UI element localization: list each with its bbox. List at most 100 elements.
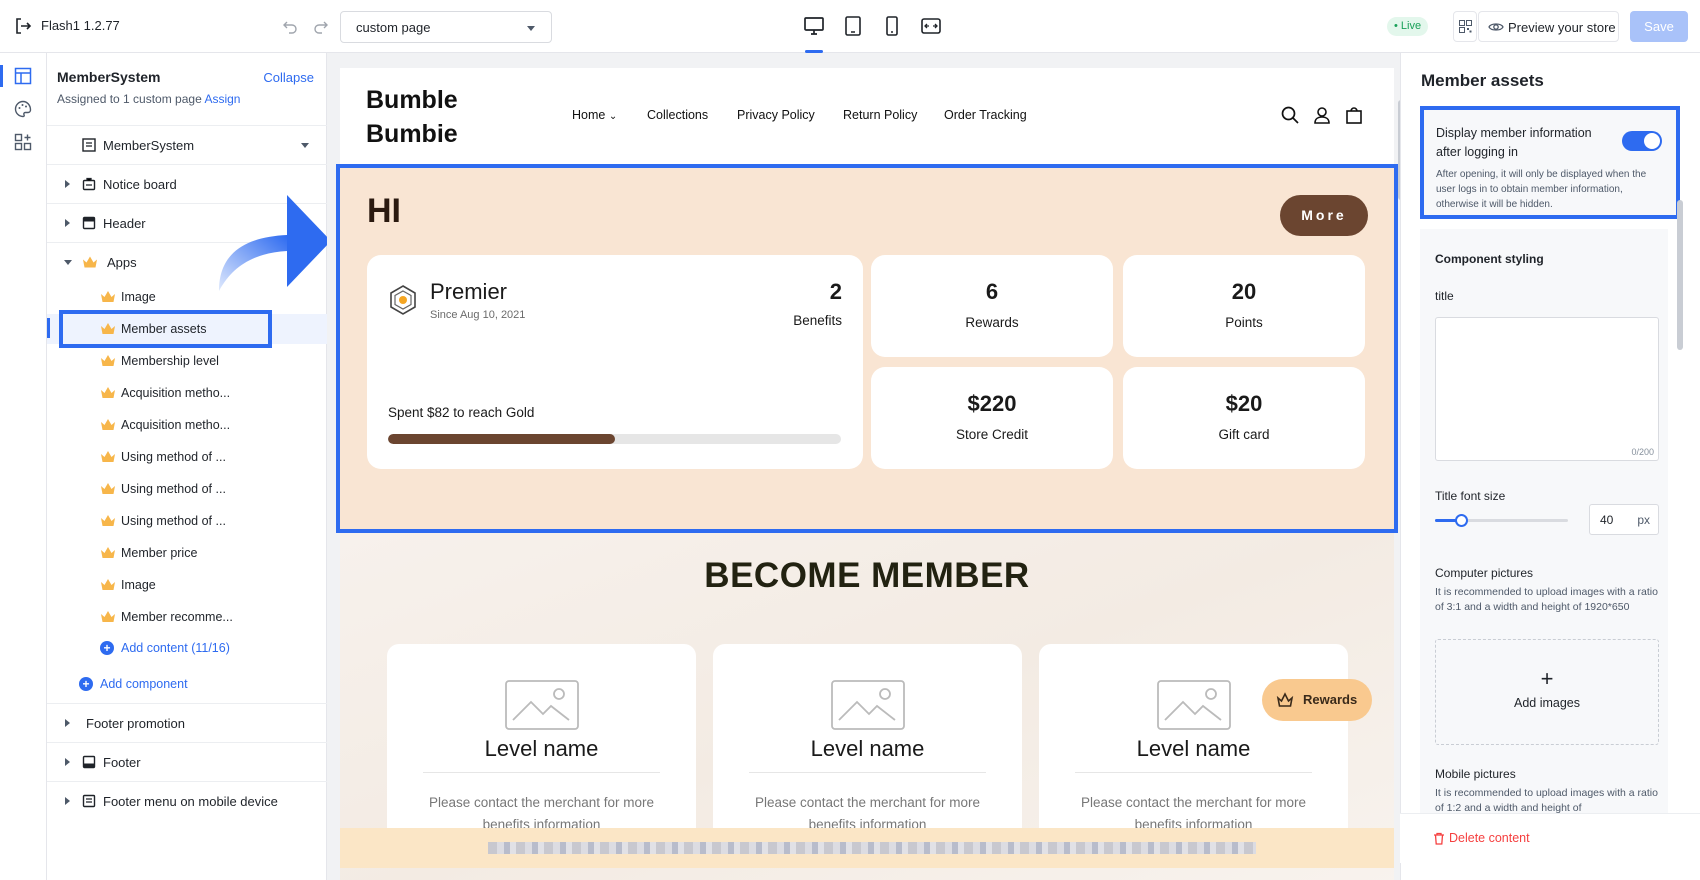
page-select[interactable]: custom page [340,11,552,43]
template-name: MemberSystem [103,138,195,153]
rewards-icon [1276,692,1294,707]
collapse-link[interactable]: Collapse [263,70,314,85]
stat-card-gift-card[interactable]: $20 Gift card [1123,367,1365,469]
desktop-view-icon[interactable] [803,15,825,37]
crown-icon [101,515,115,526]
expand-arrow-icon [65,219,70,227]
layout-icon[interactable] [14,67,32,85]
expand-arrow-icon [65,797,70,805]
crown-icon [101,387,115,398]
more-button[interactable]: More [1280,195,1368,236]
app-item-using-method-2[interactable]: Using method of ... [47,474,327,504]
template-select[interactable]: MemberSystem [47,125,327,164]
app-item-membership-level[interactable]: Membership level [47,346,327,376]
chevron-down-icon [527,26,535,31]
divider [423,772,660,773]
stat-label: Points [1225,315,1263,330]
stat-card-points[interactable]: 20 Points [1123,255,1365,357]
rewards-label: Rewards [1303,692,1358,707]
app-item-label: Image [121,290,156,304]
level-name: Level name [1136,736,1251,761]
title-textarea[interactable]: 0/200 [1435,317,1659,461]
image-placeholder-icon [831,680,905,730]
preview-canvas: Bumble Bumbie Home ⌄ Collections Privacy… [327,53,1400,880]
app-item-member-recommend[interactable]: Member recomme... [47,602,327,632]
eye-icon [1488,23,1504,31]
expand-arrow-icon [65,758,70,766]
nav-order-tracking[interactable]: Order Tracking [944,108,1027,122]
divider [749,772,986,773]
member-assets-section[interactable]: HI More Premier Since Aug 10, 2021 2 Ben… [340,165,1394,533]
stat-card-store-credit[interactable]: $220 Store Credit [871,367,1113,469]
undo-icon[interactable] [282,18,298,34]
tier-progress-bar [388,434,841,444]
delete-content-button[interactable]: Delete content [1400,813,1700,863]
store-brand[interactable]: Bumble Bumbie [366,83,466,151]
crown-icon [101,547,115,558]
component-styling-heading: Component styling [1435,252,1544,266]
section-label: Footer menu on mobile device [103,794,278,809]
mobile-view-icon[interactable] [881,15,903,37]
preview-store-button[interactable]: Preview your store [1478,11,1619,42]
section-footer[interactable]: Footer [47,742,327,781]
section-footer-promotion[interactable]: Footer promotion [47,703,327,742]
toggle-description: After opening, it will only be displayed… [1436,169,1647,210]
crown-icon [101,419,115,430]
assign-link[interactable]: Assign [204,92,240,106]
chevron-down-icon: ⌄ [608,111,618,122]
plus-icon: + [1540,666,1554,691]
add-component-button[interactable]: Add component [100,677,188,691]
settings-scrollbar[interactable] [1677,200,1683,350]
qr-code-button[interactable] [1453,11,1477,42]
app-item-label: Member recomme... [121,610,233,624]
stat-card-rewards[interactable]: 6 Rewards [871,255,1113,357]
save-button[interactable]: Save [1630,11,1688,42]
app-item-label: Using method of ... [121,514,226,528]
exit-icon[interactable] [14,17,32,35]
font-size-label: Title font size [1435,489,1506,503]
computer-pictures-label: Computer pictures [1435,566,1534,580]
crown-icon [101,579,115,590]
nav-return-policy[interactable]: Return Policy [843,108,917,122]
add-images-upload[interactable]: + Add images [1435,639,1659,745]
component-styling-section: Component styling title 0/200 Title font… [1420,229,1668,819]
benefits-count: 2 [829,279,842,304]
font-size-slider-handle[interactable] [1455,514,1468,527]
search-icon[interactable] [1281,106,1299,124]
section-footer-mobile-menu[interactable]: Footer menu on mobile device [47,781,327,820]
add-content-button[interactable]: Add content (11/16) [121,641,230,655]
app-item-image-2[interactable]: Image [47,570,327,600]
display-member-info-toggle[interactable] [1622,131,1662,151]
stat-label: Rewards [965,315,1019,330]
redo-icon[interactable] [313,18,329,34]
tablet-view-icon[interactable] [842,15,864,37]
add-content-icon: + [100,641,114,655]
notice-board-icon [82,177,96,191]
rewards-floating-button[interactable]: Rewards [1262,679,1372,721]
app-item-acquisition-2[interactable]: Acquisition metho... [47,410,327,440]
expand-arrow-icon [65,719,70,727]
app-item-acquisition-1[interactable]: Acquisition metho... [47,378,327,408]
rail-active-indicator [0,65,3,87]
nav-privacy-policy[interactable]: Privacy Policy [737,108,815,122]
fullscreen-icon[interactable] [920,15,942,37]
app-item-label: Acquisition metho... [121,418,231,432]
store-page: Bumble Bumbie Home ⌄ Collections Privacy… [340,68,1394,880]
spent-text: Spent $82 to reach Gold [388,405,535,420]
app-item-using-method-1[interactable]: Using method of ... [47,442,327,472]
crown-icon [83,256,97,268]
cart-icon[interactable] [1345,106,1363,124]
account-icon[interactable] [1313,106,1331,124]
app-item-member-price[interactable]: Member price [47,538,327,568]
nav-home[interactable]: Home ⌄ [572,108,617,122]
blurred-footer-bar [340,828,1394,868]
title-label: title [1435,289,1454,303]
crown-icon [101,355,115,366]
tier-badge-icon [390,285,416,315]
apps-grid-icon[interactable] [14,133,32,151]
app-item-using-method-3[interactable]: Using method of ... [47,506,327,536]
mobile-pictures-hint: It is recommended to upload images with … [1435,787,1658,814]
nav-collections[interactable]: Collections [647,108,708,122]
theme-palette-icon[interactable] [14,100,32,118]
font-size-input[interactable]: 40 px [1589,504,1659,535]
